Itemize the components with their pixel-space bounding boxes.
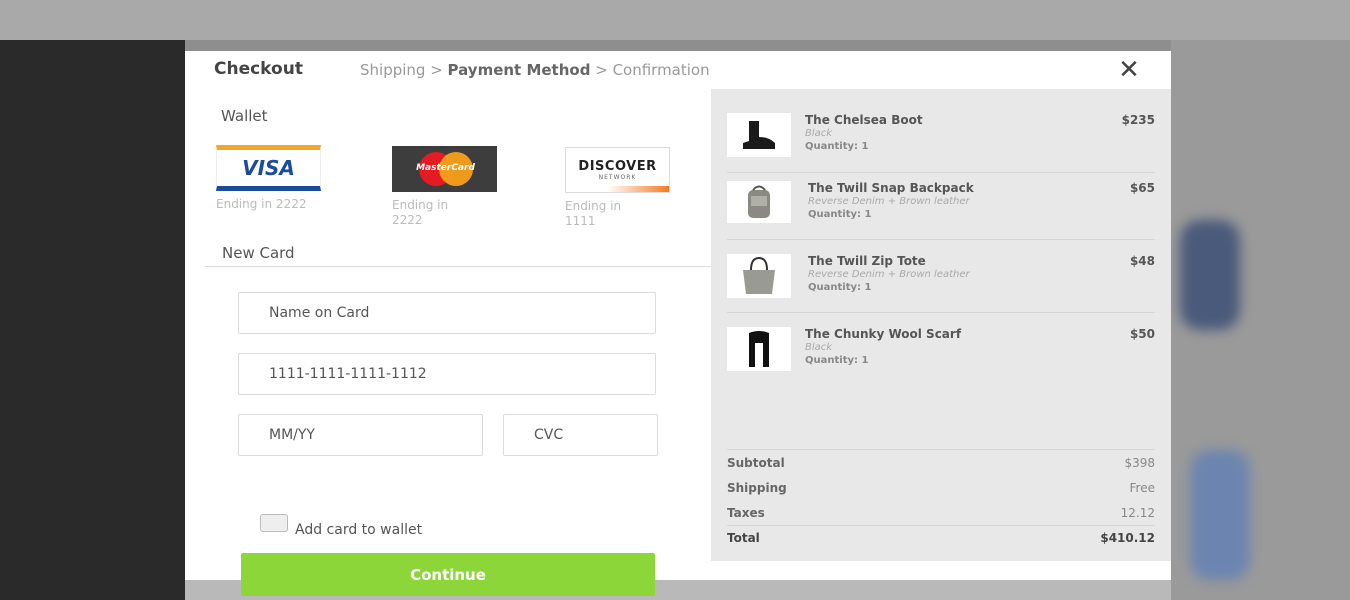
scarf-icon: [749, 331, 769, 367]
wallet-card-discover[interactable]: DISCOVER NETWORK Ending in 1111: [565, 147, 670, 229]
item-variant: Reverse Denim + Brown leather: [808, 196, 970, 207]
item-variant: Black: [805, 342, 833, 353]
shipping-row: Shipping Free: [727, 475, 1155, 500]
item-price: $235: [1121, 113, 1155, 127]
name-on-card-input[interactable]: Name on Card: [238, 292, 656, 334]
item-name: The Chunky Wool Scarf: [805, 327, 962, 341]
order-summary: The Chelsea Boot Black Quantity: 1 $235 …: [711, 89, 1171, 561]
visa-logo: VISA: [216, 145, 321, 191]
total-row: Total $410.12: [727, 525, 1155, 550]
item-variant: Black: [805, 128, 833, 139]
item-name: The Twill Zip Tote: [808, 254, 926, 268]
cart-item: The Chunky Wool Scarf Black Quantity: 1 …: [727, 327, 1155, 387]
card-caption: Ending in 1111: [565, 199, 622, 228]
discover-logo-subtext: NETWORK: [598, 174, 637, 181]
taxes-row: Taxes 12.12: [727, 500, 1155, 525]
product-image: [727, 181, 791, 223]
item-name: The Twill Snap Backpack: [808, 181, 974, 195]
add-to-wallet-checkbox[interactable]: [260, 514, 288, 532]
total-value: $410.12: [1100, 531, 1155, 545]
product-image: [727, 113, 791, 157]
wallet-title: Wallet: [221, 107, 268, 125]
add-to-wallet-label: Add card to wallet: [295, 522, 423, 538]
close-icon[interactable]: ✕: [1115, 57, 1143, 83]
modal-header: Checkout Shipping > Payment Method > Con…: [185, 51, 1171, 89]
item-quantity: Quantity: 1: [808, 209, 872, 220]
crumb-separator: >: [425, 61, 448, 79]
discover-logo: DISCOVER NETWORK: [565, 147, 670, 193]
boot-icon: [743, 121, 775, 149]
visa-logo-text: VISA: [242, 156, 295, 180]
subtotal-label: Subtotal: [727, 455, 785, 470]
crumb-confirmation[interactable]: Confirmation: [613, 61, 710, 79]
tote-icon: [743, 256, 775, 294]
item-quantity: Quantity: 1: [805, 141, 869, 152]
card-caption: Ending in 2222: [216, 197, 307, 211]
section-divider: [205, 266, 711, 267]
subtotal-row: Subtotal $398: [727, 450, 1155, 475]
shipping-label: Shipping: [727, 480, 787, 495]
discover-logo-text: DISCOVER: [578, 159, 657, 174]
shipping-value: Free: [1129, 480, 1155, 495]
crumb-separator: >: [590, 61, 613, 79]
mastercard-logo-text: MasterCard: [416, 163, 475, 173]
crumb-shipping[interactable]: Shipping: [360, 61, 425, 79]
cart-item: The Twill Snap Backpack Reverse Denim + …: [727, 181, 1155, 240]
item-quantity: Quantity: 1: [805, 355, 869, 366]
taxes-value: 12.12: [1120, 505, 1155, 520]
card-caption: Ending in 2222: [392, 198, 449, 227]
card-number-input[interactable]: 1111-1111-1111-1112: [238, 353, 656, 395]
backdrop-left: [0, 40, 185, 600]
backdrop-shape: [1180, 220, 1240, 330]
new-card-title: New Card: [222, 244, 295, 262]
product-image: [727, 327, 791, 371]
cart-item: The Twill Zip Tote Reverse Denim + Brown…: [727, 254, 1155, 313]
mastercard-logo: MasterCard: [392, 146, 497, 192]
item-price: $65: [1129, 181, 1155, 195]
backdrop-shape: [1190, 450, 1250, 580]
item-name: The Chelsea Boot: [805, 113, 923, 127]
crumb-payment-method[interactable]: Payment Method: [448, 61, 591, 79]
cart-item: The Chelsea Boot Black Quantity: 1 $235: [727, 113, 1155, 173]
item-variant: Reverse Denim + Brown leather: [808, 269, 970, 280]
continue-button[interactable]: Continue: [241, 553, 655, 596]
total-label: Total: [727, 531, 760, 545]
backpack-icon: [748, 185, 770, 218]
cvc-input[interactable]: CVC: [503, 414, 658, 456]
subtotal-value: $398: [1124, 455, 1155, 470]
modal-title: Checkout: [214, 59, 303, 79]
breadcrumb: Shipping > Payment Method > Confirmation: [360, 61, 710, 79]
order-totals: Subtotal $398 Shipping Free Taxes 12.12 …: [727, 449, 1155, 550]
item-quantity: Quantity: 1: [808, 282, 872, 293]
wallet-card-visa[interactable]: VISA Ending in 2222: [216, 145, 336, 212]
backdrop-top: [0, 0, 1350, 40]
item-price: $48: [1129, 254, 1155, 268]
wallet-card-mastercard[interactable]: MasterCard Ending in 2222: [392, 146, 497, 228]
checkout-modal: Checkout Shipping > Payment Method > Con…: [185, 51, 1171, 596]
taxes-label: Taxes: [727, 505, 765, 520]
mastercard-circles: MasterCard: [415, 152, 475, 186]
payment-pane: Wallet VISA Ending in 2222 MasterCard En…: [185, 89, 711, 596]
product-image: [727, 254, 791, 298]
discover-stripe: [566, 186, 669, 192]
item-price: $50: [1129, 327, 1155, 341]
expiry-input[interactable]: MM/YY: [238, 414, 483, 456]
